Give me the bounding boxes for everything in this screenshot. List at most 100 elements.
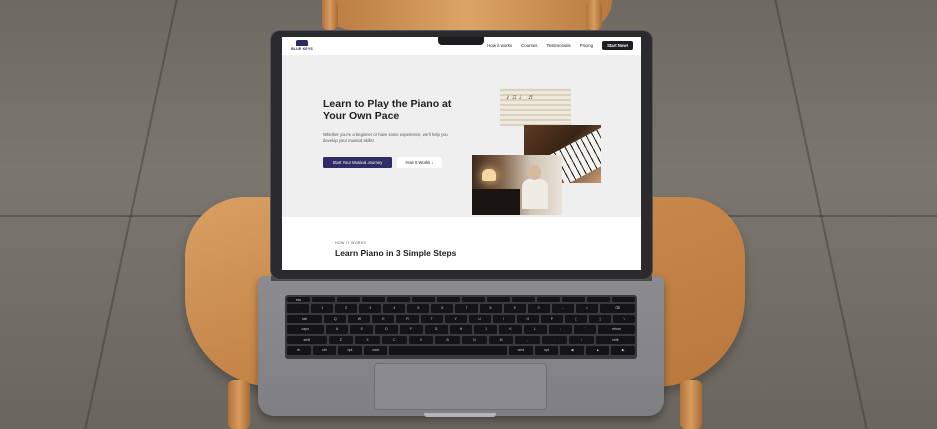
- keyboard-key[interactable]: O: [516, 314, 539, 323]
- piano-logo-icon: [296, 40, 308, 46]
- keyboard-key[interactable]: [562, 297, 585, 302]
- keyboard-key[interactable]: ◀: [560, 346, 584, 355]
- keyboard-key[interactable]: 0: [527, 304, 550, 313]
- keyboard-key[interactable]: cmd: [363, 346, 388, 355]
- keyboard-key[interactable]: T: [420, 314, 443, 323]
- keyboard-key[interactable]: L: [524, 325, 547, 334]
- keyboard-key[interactable]: ,: [515, 335, 541, 344]
- keyboard-key[interactable]: W: [348, 314, 371, 323]
- keyboard-key[interactable]: ;: [548, 325, 572, 334]
- keyboard-key[interactable]: X: [355, 335, 380, 344]
- start-now-button[interactable]: Start Now!: [602, 41, 633, 50]
- keyboard-key[interactable]: shift: [595, 335, 636, 344]
- logo-text: BLUE KEYS: [291, 47, 313, 51]
- keyboard-key[interactable]: P: [540, 314, 563, 323]
- keyboard-key[interactable]: [537, 297, 560, 302]
- keyboard-key[interactable]: cmd: [509, 346, 533, 355]
- nav-link-courses[interactable]: Courses: [521, 43, 537, 48]
- keyboard-key[interactable]: 9: [503, 304, 526, 313]
- keyboard-key[interactable]: \: [613, 314, 636, 323]
- nav-link-pricing[interactable]: Pricing: [580, 43, 593, 48]
- keyboard-row: shift Z X C V B N M,. / shift: [287, 335, 636, 344]
- keyboard-key[interactable]: [512, 297, 535, 302]
- keyboard-key[interactable]: .: [542, 335, 567, 344]
- keyboard-key[interactable]: [312, 297, 335, 302]
- keyboard-key[interactable]: ': [573, 325, 597, 334]
- keyboard-row: caps A S D F G H J K L; ' return: [287, 325, 635, 334]
- lamp-icon: [482, 169, 496, 181]
- keyboard-key[interactable]: -: [551, 304, 574, 313]
- how-it-works-section: HOW IT WORKS Learn Piano in 3 Simple Ste…: [282, 217, 641, 270]
- keyboard-key[interactable]: opt: [338, 346, 362, 355]
- keyboard-key[interactable]: V: [408, 335, 434, 344]
- section-title: Learn Piano in 3 Simple Steps: [335, 248, 457, 258]
- keyboard-key[interactable]: D: [375, 325, 398, 334]
- keyboard-key[interactable]: Y: [444, 314, 467, 323]
- keyboard-key[interactable]: [337, 297, 360, 302]
- keyboard-key[interactable]: ]: [588, 314, 612, 323]
- keyboard-key[interactable]: shift: [287, 335, 327, 344]
- keyboard-key[interactable]: [387, 297, 410, 302]
- keyboard-key[interactable]: H: [449, 325, 473, 334]
- keyboard-key[interactable]: esc: [287, 297, 310, 302]
- keyboard-key[interactable]: ▶: [611, 346, 636, 355]
- piano-icon: [472, 189, 520, 215]
- keyboard-key[interactable]: 4: [383, 304, 406, 313]
- keyboard-key[interactable]: C: [381, 335, 407, 344]
- music-notes-icon: ♪♫♩♬: [506, 94, 537, 101]
- keyboard-key[interactable]: F: [399, 325, 423, 334]
- keyboard-key[interactable]: M: [488, 335, 514, 344]
- start-journey-button[interactable]: Start Your Musical Journey: [323, 157, 392, 168]
- keyboard-key[interactable]: ▲: [585, 346, 610, 355]
- chair-leg: [228, 380, 250, 429]
- keyboard-key[interactable]: 7: [455, 304, 478, 313]
- trackpad[interactable]: [374, 363, 547, 410]
- keyboard-key[interactable]: `: [287, 304, 310, 313]
- keyboard-key[interactable]: caps: [287, 325, 324, 334]
- keyboard-key[interactable]: Q: [324, 314, 347, 323]
- keyboard-key[interactable]: [462, 297, 485, 302]
- keyboard-key[interactable]: I: [492, 314, 515, 323]
- keyboard-key[interactable]: E: [372, 314, 395, 323]
- keyboard-key[interactable]: N: [462, 335, 487, 344]
- nav-link-testimonials[interactable]: Testimonials: [546, 43, 570, 48]
- keyboard-key[interactable]: fn: [287, 346, 311, 355]
- pianist-head: [528, 165, 541, 180]
- keyboard-key[interactable]: [437, 297, 460, 302]
- chair-leg: [322, 0, 338, 30]
- keyboard-key[interactable]: [412, 297, 435, 302]
- keyboard-key[interactable]: [389, 346, 508, 355]
- keyboard-key[interactable]: 6: [431, 304, 454, 313]
- site-logo[interactable]: BLUE KEYS: [290, 40, 314, 53]
- keyboard-key[interactable]: S: [350, 325, 374, 334]
- keyboard-key[interactable]: 5: [407, 304, 430, 313]
- keyboard-key[interactable]: [612, 297, 635, 302]
- keyboard-key[interactable]: ⌫: [599, 304, 636, 313]
- keyboard-key[interactable]: [587, 297, 610, 302]
- keyboard-key[interactable]: U: [468, 314, 491, 323]
- keyboard-key[interactable]: 8: [479, 304, 502, 313]
- keyboard-key[interactable]: =: [575, 304, 598, 313]
- keyboard-key[interactable]: R: [396, 314, 419, 323]
- keyboard-key[interactable]: 3: [359, 304, 382, 313]
- chair-leg: [586, 0, 602, 30]
- keyboard-key[interactable]: ctrl: [312, 346, 337, 355]
- keyboard-key[interactable]: opt: [534, 346, 559, 355]
- keyboard-key[interactable]: [487, 297, 510, 302]
- keyboard-key[interactable]: Z: [328, 335, 354, 344]
- keyboard-key[interactable]: [362, 297, 385, 302]
- keyboard-key[interactable]: /: [568, 335, 594, 344]
- how-it-works-button[interactable]: How It Works ↓: [397, 157, 442, 168]
- keyboard-key[interactable]: 2: [335, 304, 358, 313]
- keyboard-key[interactable]: tab: [287, 314, 323, 323]
- keyboard-key[interactable]: 1: [311, 304, 334, 313]
- keyboard-key[interactable]: J: [474, 325, 498, 334]
- keyboard-key[interactable]: return: [598, 325, 635, 334]
- keyboard-key[interactable]: G: [424, 325, 448, 334]
- keyboard-key[interactable]: [: [564, 314, 587, 323]
- keyboard-key[interactable]: K: [499, 325, 522, 334]
- keyboard-key[interactable]: A: [325, 325, 349, 334]
- keyboard-row: esc: [287, 297, 635, 302]
- keyboard-key[interactable]: B: [435, 335, 461, 344]
- nav-link-how-it-works[interactable]: How it works: [487, 43, 512, 48]
